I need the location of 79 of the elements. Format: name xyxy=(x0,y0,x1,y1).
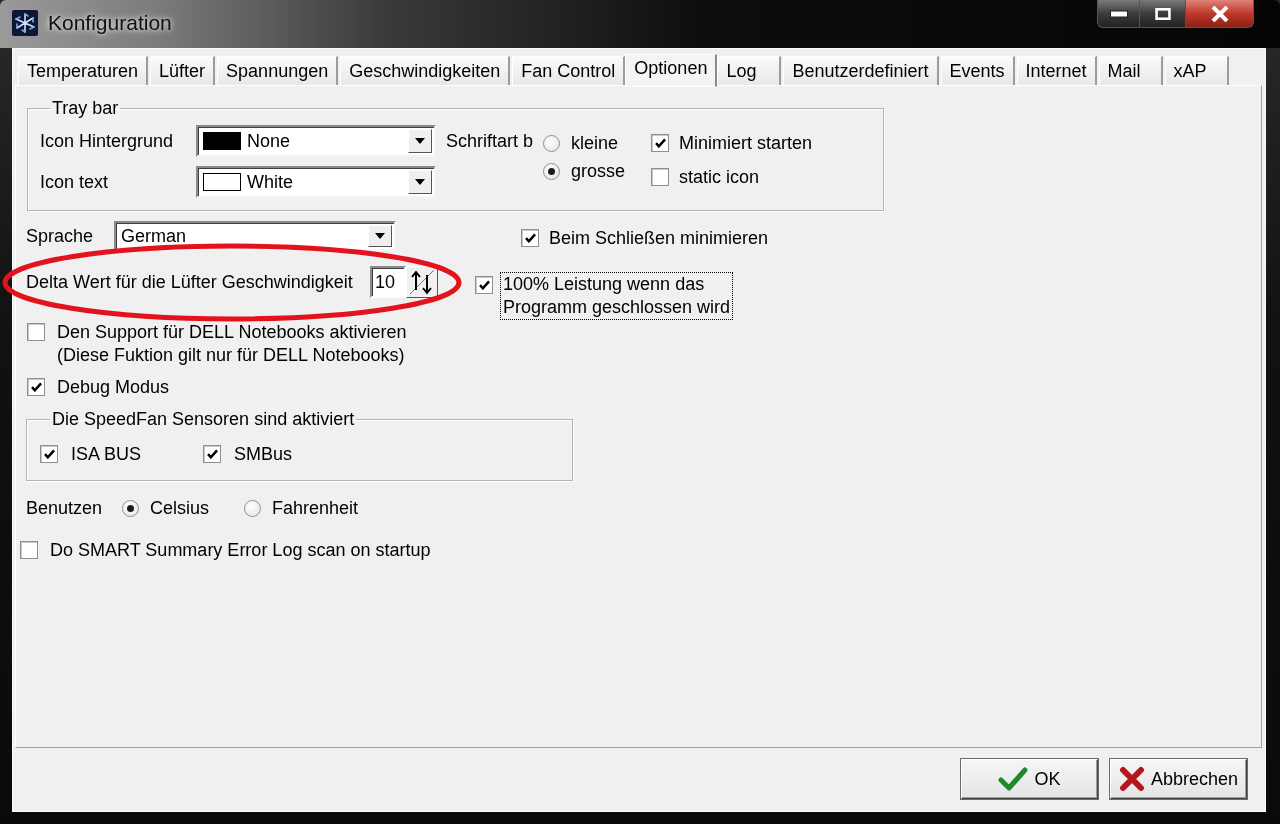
up-down-arrows-icon xyxy=(409,269,435,295)
radio-label: grosse xyxy=(571,161,626,181)
tab[interactable]: Lüfter xyxy=(150,56,216,85)
radio-label: Fahrenheit xyxy=(272,498,359,518)
close-icon xyxy=(1210,5,1229,22)
radio-button[interactable] xyxy=(122,499,139,517)
checkbox-label: Do SMART Summary Error Log scan on startup xyxy=(50,540,431,560)
dropdown-value: None xyxy=(247,131,292,151)
dropdown[interactable]: White xyxy=(196,166,436,198)
checkbox-label: static icon xyxy=(679,167,760,187)
minimize-button[interactable] xyxy=(1097,0,1140,28)
dropdown-arrow-button[interactable] xyxy=(368,225,392,247)
spin-button[interactable] xyxy=(406,266,438,298)
starburst-icon xyxy=(12,10,38,36)
check-icon xyxy=(998,766,1029,792)
tab[interactable]: Events xyxy=(940,56,1015,85)
radio-button[interactable] xyxy=(543,162,560,180)
field-label: Sprache xyxy=(26,226,95,246)
number-field[interactable]: 10 xyxy=(370,266,406,298)
field-label: Benutzen xyxy=(26,498,104,518)
checkbox-label: Minimiert starten xyxy=(679,133,813,153)
cancel-button[interactable]: Abbrechen xyxy=(1110,759,1247,799)
tab[interactable]: Benutzerdefiniert xyxy=(783,56,939,85)
checkbox[interactable] xyxy=(651,134,669,152)
tab[interactable]: Temperaturen xyxy=(18,56,149,85)
checkbox[interactable] xyxy=(521,229,539,247)
radio-label: kleine xyxy=(571,133,619,153)
tab[interactable]: xAP xyxy=(1164,56,1229,85)
close-button[interactable] xyxy=(1186,0,1254,28)
radio-label: Celsius xyxy=(150,498,210,518)
group-title: Die SpeedFan Sensoren sind aktiviert xyxy=(51,409,356,430)
group-title: Tray bar xyxy=(51,98,120,119)
maximize-icon xyxy=(1153,7,1172,20)
hint-text: (Diese Fuktion gilt nur für DELL Notebooks) xyxy=(57,344,406,367)
maximize-button[interactable] xyxy=(1140,0,1186,28)
tab[interactable]: Spannungen xyxy=(217,56,339,85)
caret-icon xyxy=(415,179,425,185)
dropdown[interactable]: None xyxy=(196,125,436,157)
field-label: Icon text xyxy=(40,172,110,192)
checkbox-label: ISA BUS xyxy=(71,444,142,464)
checkbox[interactable] xyxy=(651,168,669,186)
field-label: Schriftart b xyxy=(446,131,535,151)
checkbox[interactable] xyxy=(27,378,45,396)
checkbox[interactable] xyxy=(27,323,45,341)
tick-icon xyxy=(30,382,42,392)
tab[interactable]: Optionen xyxy=(625,54,718,87)
tab[interactable]: Log xyxy=(717,56,782,85)
caret-icon xyxy=(415,138,425,144)
checkbox-label: SMBus xyxy=(234,444,293,464)
checkbox-label: 100% Leistung wenn das Programm geschlossen wird xyxy=(500,272,734,320)
checkbox-label: Debug Modus xyxy=(57,377,170,397)
tick-icon xyxy=(43,449,55,459)
radio-button[interactable] xyxy=(244,499,261,517)
tab[interactable]: Fan Control xyxy=(512,56,626,85)
cross-icon xyxy=(1118,766,1145,792)
tick-icon xyxy=(478,280,490,290)
checkbox[interactable] xyxy=(40,445,58,463)
dropdown-value: White xyxy=(247,172,294,192)
tab[interactable]: Geschwindigkeiten xyxy=(340,56,511,85)
checkbox[interactable] xyxy=(203,445,221,463)
minimize-icon xyxy=(1109,7,1128,20)
tab[interactable]: Internet xyxy=(1016,56,1097,85)
field-label: Icon Hintergrund xyxy=(40,131,175,151)
checkbox-label: Beim Schließen minimieren xyxy=(549,228,769,248)
checkbox-label: Den Support für DELL Notebooks aktivieren xyxy=(57,321,407,344)
checkbox[interactable] xyxy=(20,541,38,559)
window-title: Konfiguration xyxy=(48,11,172,35)
field-label: Delta Wert für die Lüfter Geschwindigkeit xyxy=(26,271,354,294)
dropdown-value: German xyxy=(121,226,188,246)
caret-icon xyxy=(375,233,385,239)
dropdown-arrow-button[interactable] xyxy=(408,129,432,153)
tick-icon xyxy=(524,233,536,243)
checkbox[interactable] xyxy=(475,276,493,294)
tick-icon xyxy=(654,138,666,148)
dropdown-arrow-button[interactable] xyxy=(408,170,432,194)
tab[interactable]: Mail xyxy=(1098,56,1163,85)
ok-button[interactable]: OK xyxy=(961,759,1098,799)
radio-button[interactable] xyxy=(543,134,560,152)
tick-icon xyxy=(206,449,218,459)
